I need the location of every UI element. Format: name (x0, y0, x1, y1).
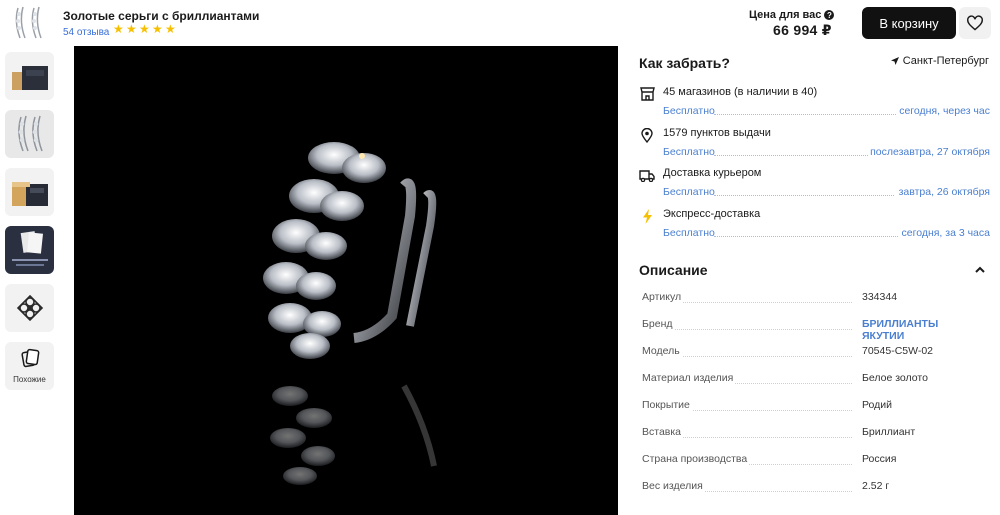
dotted-leader (714, 114, 900, 115)
price-label-text: Цена для вас (749, 9, 822, 21)
description-title[interactable]: Описание (639, 262, 708, 278)
spec-row-coating: Покрытие Родий (642, 399, 982, 415)
spec-key: Покрытие (642, 399, 692, 411)
similar-label: Похожие (13, 375, 46, 384)
spec-row-country: Страна производства Россия (642, 453, 982, 469)
star-icon: ★ (126, 22, 137, 36)
delivery-option-price[interactable]: Бесплатно (663, 105, 715, 117)
navigation-arrow-icon (890, 57, 899, 65)
product-title: Золотые серьги с бриллиантами (63, 9, 260, 23)
thumbnail-box-open[interactable] (5, 168, 54, 216)
spec-value: Белое золото (862, 372, 928, 384)
star-icon: ★ (152, 22, 163, 36)
price-label: Цена для вас ? (749, 9, 835, 21)
spec-key: Модель (642, 345, 682, 357)
city-selector[interactable]: Санкт-Петербург (890, 55, 989, 67)
main-product-image[interactable] (74, 46, 618, 515)
star-icon: ★ (113, 22, 124, 36)
thumbnail-brand-logo[interactable] (5, 284, 54, 332)
thumbnail-certificate[interactable] (5, 226, 54, 274)
spec-row-insert: Вставка Бриллиант (642, 426, 982, 442)
delivery-option-express[interactable]: Экспресс-доставка Бесплатно сегодня, за … (639, 208, 990, 248)
spec-key: Материал изделия (642, 372, 736, 384)
spec-key: Артикул (642, 291, 684, 303)
delivery-title: Как забрать? (639, 55, 730, 71)
similar-button[interactable]: Похожие (5, 342, 54, 390)
delivery-option-time[interactable]: сегодня, через час (897, 105, 990, 117)
price: 66 994 ₽ (773, 22, 832, 38)
delivery-option-stores[interactable]: 45 магазинов (в наличии в 40) Бесплатно … (639, 86, 990, 126)
dotted-leader (714, 155, 868, 156)
delivery-option-pickup-points[interactable]: 1579 пунктов выдачи Бесплатно послезавтр… (639, 127, 990, 167)
delivery-option-time[interactable]: завтра, 26 октября (896, 186, 990, 198)
header-product-thumbnail[interactable] (10, 4, 48, 42)
store-icon (639, 86, 655, 102)
spec-key: Вставка (642, 426, 684, 438)
delivery-option-courier[interactable]: Доставка курьером Бесплатно завтра, 26 о… (639, 167, 990, 207)
spec-value: 334344 (862, 291, 898, 303)
spec-row-material: Материал изделия Белое золото (642, 372, 982, 388)
rating-stars: ★ ★ ★ ★ ★ (113, 22, 176, 36)
thumbnail-box-photo[interactable] (5, 52, 54, 100)
delivery-option-title: Экспресс-доставка (663, 208, 761, 220)
add-to-cart-button[interactable]: В корзину (862, 7, 956, 39)
delivery-option-time[interactable]: послезавтра, 27 октября (868, 146, 990, 158)
delivery-option-title: Доставка курьером (663, 167, 762, 179)
delivery-option-price[interactable]: Бесплатно (663, 146, 715, 158)
spec-row-model: Модель 70545-C5W-02 (642, 345, 982, 361)
dotted-leader (714, 236, 898, 237)
delivery-option-price[interactable]: Бесплатно (663, 186, 715, 198)
spec-key: Бренд (642, 318, 675, 330)
star-icon: ★ (139, 22, 150, 36)
spec-key: Страна производства (642, 453, 750, 465)
location-pin-icon (639, 127, 655, 143)
delivery-option-time[interactable]: сегодня, за 3 часа (899, 227, 990, 239)
dotted-leader (714, 195, 894, 196)
lightning-icon (639, 208, 655, 224)
thumbnail-earrings[interactable] (5, 110, 54, 158)
brand-link[interactable]: БРИЛЛИАНТЫ ЯКУТИИ (862, 318, 982, 342)
star-icon: ★ (165, 22, 176, 36)
spec-value: Родий (862, 399, 893, 411)
question-circle-icon[interactable]: ? (824, 10, 835, 20)
spec-value: Россия (862, 453, 897, 465)
gallery-thumbnails: Похожие (5, 52, 55, 400)
city-name: Санкт-Петербург (902, 55, 989, 67)
chevron-up-icon[interactable] (974, 264, 986, 276)
spec-row-article: Артикул 334344 (642, 291, 982, 307)
spec-value: Бриллиант (862, 426, 916, 438)
spec-row-weight: Вес изделия 2.52 г (642, 480, 982, 496)
delivery-option-title: 45 магазинов (в наличии в 40) (663, 86, 818, 98)
truck-icon (639, 167, 655, 183)
product-header: Золотые серьги с бриллиантами 54 отзыва … (0, 0, 1000, 46)
spec-value: 2.52 г (862, 480, 890, 492)
favorite-button[interactable] (959, 7, 991, 39)
reviews-link[interactable]: 54 отзыва (63, 27, 109, 38)
spec-key: Вес изделия (642, 480, 705, 492)
cards-icon (21, 348, 40, 368)
info-panel: Как забрать? Санкт-Петербург 45 магазино… (618, 46, 1000, 515)
delivery-option-title: 1579 пунктов выдачи (663, 127, 771, 139)
heart-icon (967, 15, 983, 31)
delivery-option-price[interactable]: Бесплатно (663, 227, 715, 239)
spec-row-brand: Бренд БРИЛЛИАНТЫ ЯКУТИИ (642, 318, 982, 342)
spec-value: 70545-C5W-02 (862, 345, 934, 357)
